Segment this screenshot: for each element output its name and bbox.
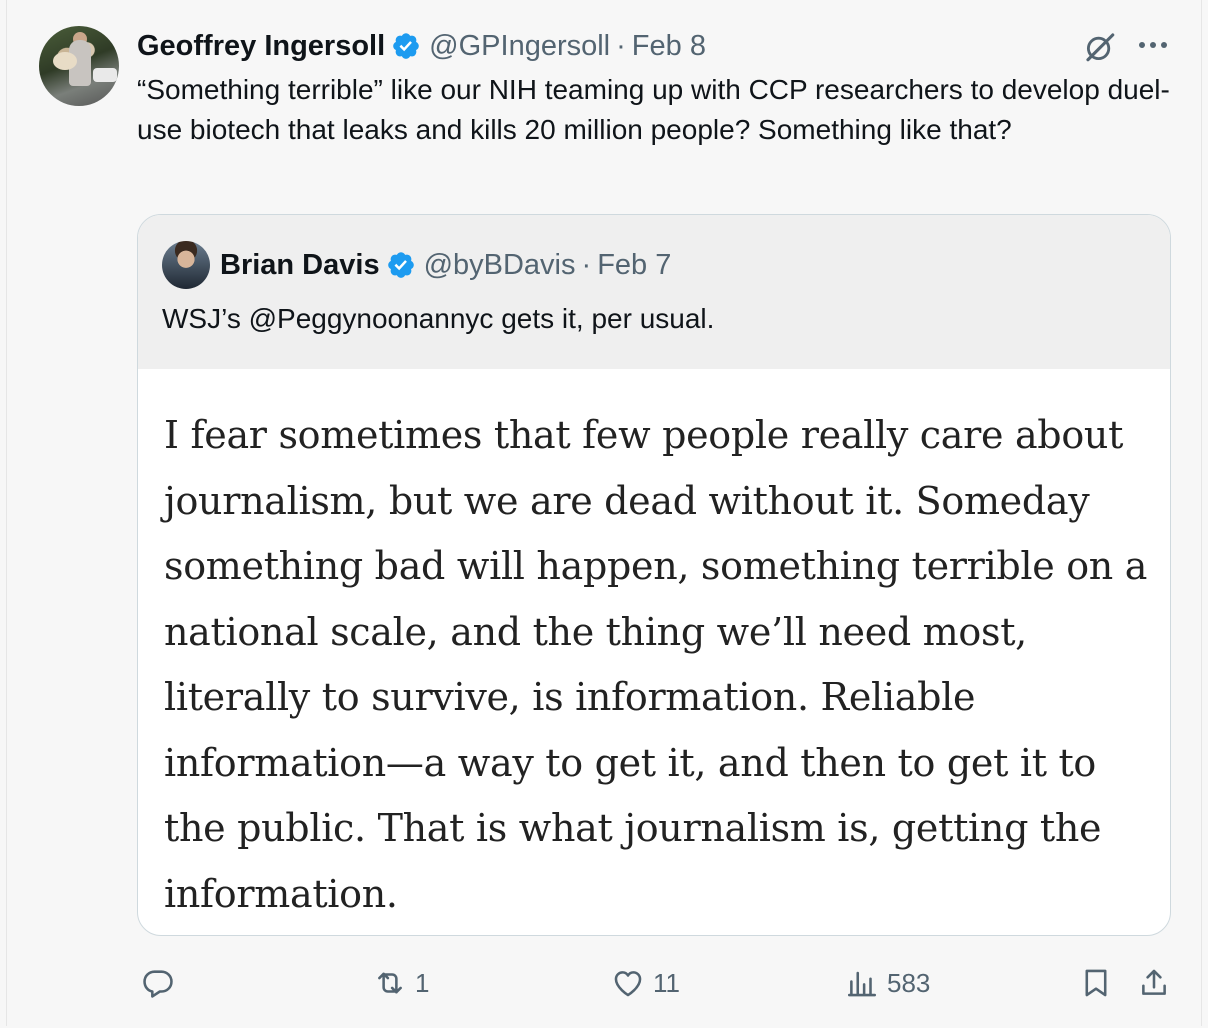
repost-count: 1: [415, 967, 430, 998]
verified-badge-icon: [393, 33, 419, 59]
separator-dot: ·: [581, 248, 592, 281]
tweet-date[interactable]: Feb 8: [632, 30, 706, 63]
share-icon: [1142, 969, 1166, 995]
more-icon[interactable]: [1139, 42, 1171, 52]
like-button[interactable]: 11: [611, 958, 680, 1008]
quoted-author-name[interactable]: Brian Davis: [220, 249, 380, 282]
repost-button[interactable]: 1: [373, 958, 429, 1008]
quoted-tweet-header: Brian Davis @byBDavis · Feb 7: [220, 247, 671, 283]
quoted-author-handle[interactable]: @byBDavis: [424, 249, 576, 282]
grok-icon[interactable]: [1083, 30, 1117, 64]
tweet-header: Geoffrey Ingersoll @GPIngersoll · Feb 8: [137, 28, 706, 64]
views-button[interactable]: 583: [845, 958, 930, 1008]
quoted-tweet-date[interactable]: Feb 7: [597, 249, 671, 282]
reply-button[interactable]: [141, 958, 183, 1008]
views-icon: [847, 971, 877, 997]
share-button[interactable]: [1137, 958, 1171, 1008]
tweet-card[interactable]: Geoffrey Ingersoll @GPIngersoll · Feb 8 …: [6, 0, 1202, 1026]
tweet-text: “Something terrible” like our NIH teamin…: [137, 74, 1170, 145]
tweet-actions: 1 11 583: [137, 958, 1187, 1008]
quoted-author-avatar[interactable]: [162, 241, 210, 289]
like-count: 11: [653, 967, 680, 998]
author-name[interactable]: Geoffrey Ingersoll: [137, 30, 385, 63]
bookmark-icon: [1085, 969, 1107, 997]
quoted-image-text: I fear sometimes that few people really …: [164, 413, 1148, 916]
author-handle[interactable]: @GPIngersoll: [429, 30, 610, 63]
bookmark-button[interactable]: [1079, 958, 1113, 1008]
repost-icon: [378, 972, 402, 994]
reply-icon: [143, 970, 173, 998]
quoted-tweet-header-area: [138, 215, 1170, 369]
heart-icon: [614, 971, 642, 997]
separator-dot: ·: [616, 29, 626, 62]
quoted-tweet[interactable]: Brian Davis @byBDavis · Feb 7 WSJ’s @Peg…: [137, 214, 1171, 936]
views-count: 583: [887, 967, 931, 998]
author-avatar[interactable]: [39, 26, 119, 106]
quoted-tweet-text: WSJ’s @Peggynoonannyc gets it, per usual…: [162, 303, 715, 334]
verified-badge-icon: [387, 252, 414, 278]
